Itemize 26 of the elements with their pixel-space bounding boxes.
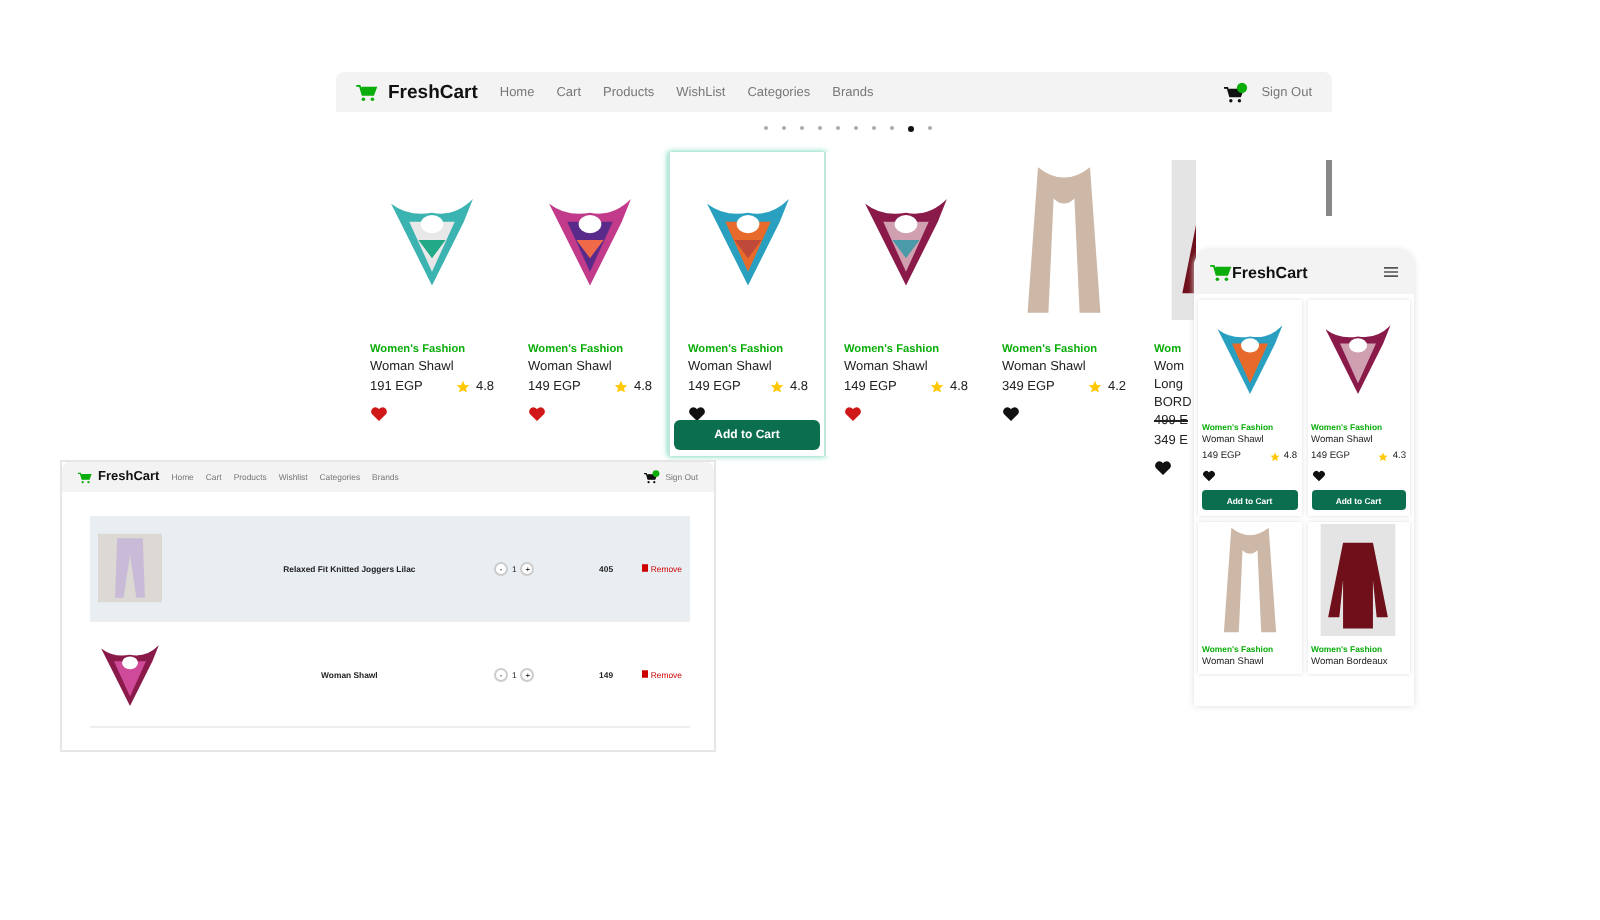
cart-icon [1210,263,1232,281]
star-icon [1087,380,1102,394]
heart-icon[interactable] [1002,406,1020,422]
menu-icon[interactable] [1384,266,1398,278]
cart-badge-icon[interactable] [1223,81,1248,103]
cart-icon [78,471,92,483]
logo-text[interactable]: FreshCart [388,81,478,103]
star-icon [1269,452,1280,462]
heart-icon[interactable] [1311,470,1325,482]
star-icon [455,380,470,394]
scrollbar[interactable] [1326,160,1332,216]
star-icon [1378,452,1389,462]
cart-badge-icon[interactable] [643,470,660,484]
trash-icon [642,564,649,572]
heart-icon[interactable] [1154,460,1172,476]
star-icon [613,380,628,394]
star-icon [769,380,784,394]
logo-text[interactable]: FreshCart [1232,263,1308,281]
heart-icon[interactable] [688,406,706,422]
joggers-drawing [98,528,162,608]
cart-icon [356,83,378,101]
star-icon [929,380,944,394]
shirt-drawing [1320,524,1397,636]
heart-icon[interactable] [1202,470,1216,482]
slider-dot[interactable] [908,126,914,132]
trash-icon [642,670,649,678]
